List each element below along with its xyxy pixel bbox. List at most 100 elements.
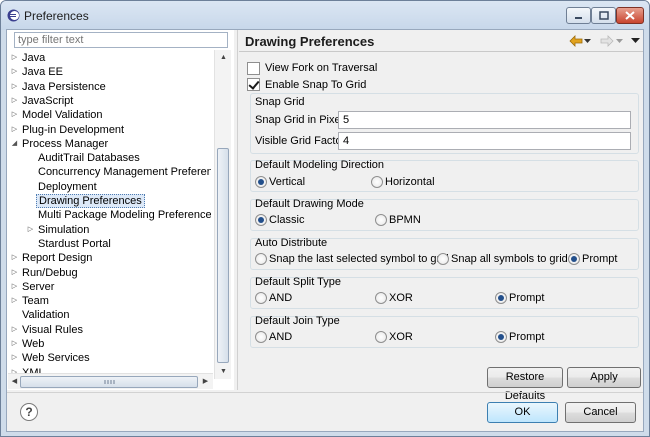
eclipse-app-icon: [7, 9, 20, 22]
tree-item[interactable]: ▷ Report Design: [8, 251, 211, 265]
tree-item-label: Model Validation: [22, 109, 103, 122]
expand-arrow-icon[interactable]: ▷: [10, 266, 19, 280]
expand-arrow-icon[interactable]: ▷: [10, 337, 19, 351]
tree-item[interactable]: ▷ Model Validation: [8, 108, 211, 122]
bottom-separator: [7, 392, 643, 393]
split-type-and-radio[interactable]: [255, 292, 267, 304]
vertical-scroll-thumb[interactable]: [217, 148, 229, 363]
enable-snap-checkbox[interactable]: [247, 78, 260, 91]
tree-item[interactable]: ▷ Java: [8, 51, 211, 65]
split-type-prompt-radio[interactable]: [495, 292, 507, 304]
tree-item[interactable]: ▷ Web: [8, 337, 211, 351]
view-menu-icon[interactable]: [631, 38, 640, 44]
preference-tree-pane: ▷Java▷Java EE▷Java Persistence▷JavaScrip…: [7, 30, 234, 390]
tree-item[interactable]: ▷ JavaScript: [8, 94, 211, 108]
tree-item[interactable]: Validation: [8, 308, 211, 322]
modeling-direction-horizontal-radio[interactable]: [371, 176, 383, 188]
expand-arrow-icon[interactable]: ▷: [10, 251, 19, 265]
tree-item-label: Concurrency Management Preferences: [38, 166, 211, 179]
grip-icon: [104, 380, 115, 384]
split-type-title: Default Split Type: [255, 276, 342, 288]
join-type-prompt-radio[interactable]: [495, 331, 507, 343]
collapse-arrow-icon[interactable]: ◢: [10, 137, 19, 151]
expand-arrow-icon[interactable]: ▷: [26, 223, 35, 237]
tree-item[interactable]: ▷ Visual Rules: [8, 323, 211, 337]
apply-button[interactable]: Apply: [567, 367, 641, 388]
tree-item[interactable]: ▷ Run/Debug: [8, 266, 211, 280]
auto-distribute-prompt-label: Prompt: [582, 253, 618, 265]
tree-item[interactable]: Stardust Portal: [8, 237, 211, 251]
auto-distribute-last-selected-radio[interactable]: [255, 253, 267, 265]
back-dropdown-chevron-icon[interactable]: [584, 39, 591, 44]
scroll-up-icon[interactable]: ▲: [218, 52, 229, 63]
join-type-xor-radio[interactable]: [375, 331, 387, 343]
forward-arrow-icon[interactable]: [600, 35, 614, 47]
forward-dropdown-chevron-icon[interactable]: [616, 39, 623, 44]
drawing-mode-bpmn-radio[interactable]: [375, 214, 387, 226]
page-title: Drawing Preferences: [245, 34, 375, 49]
expand-arrow-icon[interactable]: ▷: [10, 51, 19, 65]
tree-item[interactable]: ▷ Server: [8, 280, 211, 294]
scroll-left-icon[interactable]: ◀: [9, 376, 20, 387]
back-arrow-icon[interactable]: [569, 35, 583, 47]
visible-grid-factor-field[interactable]: 4: [338, 132, 631, 150]
dialog-client-area: ▷Java▷Java EE▷Java Persistence▷JavaScrip…: [6, 29, 644, 432]
tree-item-label: Validation: [22, 309, 70, 322]
expand-arrow-icon[interactable]: ▷: [10, 351, 19, 365]
tree-item-label: Drawing Preferences: [36, 194, 145, 208]
view-fork-checkbox[interactable]: [247, 62, 260, 75]
maximize-button[interactable]: [591, 7, 616, 24]
snap-grid-pixel-label: Snap Grid in Pixel: [255, 114, 344, 126]
minimize-button[interactable]: [566, 7, 591, 24]
drawing-mode-title: Default Drawing Mode: [255, 198, 364, 210]
tree-item[interactable]: AuditTrail Databases: [8, 151, 211, 165]
modeling-direction-vertical-radio[interactable]: [255, 176, 267, 188]
close-button[interactable]: [616, 7, 644, 24]
drawing-mode-classic-label: Classic: [269, 214, 305, 226]
tree-item-label: Web: [22, 338, 45, 350]
tree-item-label: Multi Package Modeling Preferences: [38, 209, 211, 222]
preference-tree[interactable]: ▷ Java ▷ Java EE ▷ Java Persistence ▷ JavaScrip…: [8, 51, 211, 378]
drawing-mode-classic-radio[interactable]: [255, 214, 267, 226]
tree-horizontal-scrollbar[interactable]: ◀ ▶: [8, 373, 213, 389]
expand-arrow-icon[interactable]: ▷: [10, 123, 19, 137]
tree-item[interactable]: ▷ Simulation: [8, 223, 211, 237]
cancel-button[interactable]: Cancel: [565, 402, 636, 423]
restore-defaults-button[interactable]: Restore Defaults: [487, 367, 563, 402]
tree-item[interactable]: Concurrency Management Preferences: [8, 165, 211, 179]
expand-arrow-icon[interactable]: ▷: [10, 94, 19, 108]
expand-arrow-icon[interactable]: ▷: [10, 80, 19, 94]
help-icon[interactable]: ?: [20, 403, 38, 421]
tree-item[interactable]: ▷ Java Persistence: [8, 80, 211, 94]
minimize-icon: [575, 17, 582, 19]
expand-arrow-icon[interactable]: ▷: [10, 294, 19, 308]
join-type-and-radio[interactable]: [255, 331, 267, 343]
expand-arrow-icon[interactable]: ▷: [10, 65, 19, 79]
filter-input[interactable]: [14, 32, 228, 48]
scroll-right-icon[interactable]: ▶: [200, 376, 211, 387]
expand-arrow-icon[interactable]: ▷: [10, 108, 19, 122]
join-type-prompt-label: Prompt: [509, 331, 545, 343]
auto-distribute-all-symbols-radio[interactable]: [437, 253, 449, 265]
tree-item[interactable]: ▷ Team: [8, 294, 211, 308]
tree-item[interactable]: ◢ Process Manager: [8, 137, 211, 151]
scroll-down-icon[interactable]: ▼: [218, 366, 229, 377]
tree-item[interactable]: ▷ Web Services: [8, 351, 211, 365]
horizontal-scroll-thumb[interactable]: [20, 376, 198, 388]
title-bar[interactable]: Preferences: [1, 1, 649, 30]
tree-item[interactable]: Deployment: [8, 180, 211, 194]
tree-vertical-scrollbar[interactable]: ▲ ▼: [214, 50, 231, 379]
tree-item[interactable]: ▷ Java EE: [8, 65, 211, 79]
expand-arrow-icon[interactable]: ▷: [10, 280, 19, 294]
ok-button[interactable]: OK: [487, 402, 558, 423]
expand-arrow-icon[interactable]: ▷: [10, 323, 19, 337]
snap-grid-pixel-field[interactable]: 5: [338, 111, 631, 129]
split-type-xor-radio[interactable]: [375, 292, 387, 304]
tree-item[interactable]: Drawing Preferences: [8, 194, 211, 208]
enable-snap-label: Enable Snap To Grid: [265, 79, 367, 91]
pane-sash[interactable]: [234, 30, 238, 390]
tree-item[interactable]: ▷ Plug-in Development: [8, 123, 211, 137]
maximize-icon: [598, 11, 609, 20]
auto-distribute-prompt-radio[interactable]: [568, 253, 580, 265]
tree-item[interactable]: Multi Package Modeling Preferences: [8, 208, 211, 222]
